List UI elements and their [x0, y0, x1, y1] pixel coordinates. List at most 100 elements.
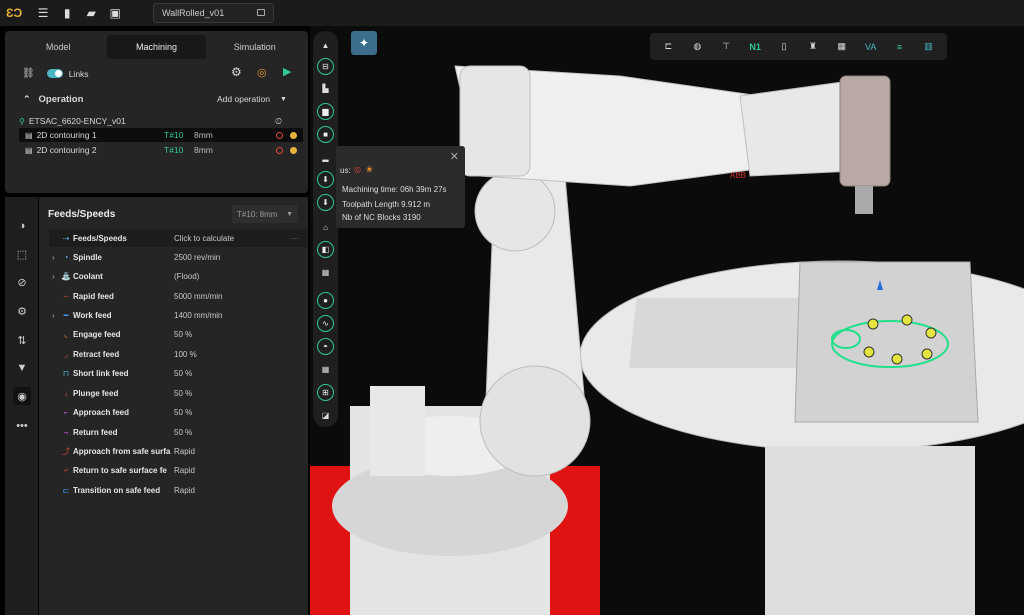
feeds-row[interactable]: ↓ Plunge feed 50 % [49, 384, 307, 402]
feeds-row[interactable]: ⊓ Short link feed 50 % [49, 364, 307, 382]
inspect-icon[interactable]: ◍ [689, 39, 705, 55]
feeds-row[interactable]: ⤶ Return to safe surface fe Rapid [49, 461, 307, 479]
feeds-speeds-icon[interactable]: ◉ [13, 387, 31, 405]
pocket-op-icon[interactable]: ▆ [317, 103, 334, 120]
robot-shoulder [479, 365, 591, 477]
feeds-value[interactable]: 50 % [174, 408, 192, 417]
target-icon: ◎ [354, 165, 361, 174]
tool-diameter: 8mm [194, 145, 213, 155]
feeds-label: Plunge feed [73, 388, 119, 398]
feeds-row[interactable]: ◟ Engage feed 50 % [49, 325, 307, 343]
feeds-row[interactable]: ⌐ Approach feed 50 % [49, 403, 307, 421]
feeds-label: Engage feed [73, 329, 121, 339]
chevron-up-icon[interactable]: ⌃ [23, 94, 31, 105]
feeds-value[interactable]: (Flood) [174, 272, 199, 281]
links-toggle[interactable] [46, 69, 63, 78]
feeds-value[interactable]: 50 % [174, 389, 192, 398]
more-icon[interactable]: ••• [13, 417, 31, 435]
tab-machining[interactable]: Machining [107, 35, 206, 59]
tab-model[interactable]: Model [9, 35, 107, 59]
document-icon[interactable]: ▯ [776, 39, 792, 55]
feeds-value[interactable]: 100 % [174, 350, 197, 359]
point-op-icon[interactable]: ● [317, 292, 334, 309]
auto-wand-button[interactable]: ✦ [351, 31, 377, 55]
feeds-row[interactable]: › ⛲ Coolant (Flood) [49, 267, 307, 285]
add-operation-button[interactable]: Add operation ▼ [217, 94, 287, 104]
drill-icon[interactable]: ▼ [13, 359, 31, 377]
feeds-row[interactable]: ⇢ Feeds/Speeds Click to calculate ··· [49, 229, 307, 247]
feeds-value[interactable]: 50 % [174, 330, 192, 339]
operation-group[interactable]: ⚲ ETSAC_6620-ENCY_v01 ⏲ [19, 114, 303, 128]
chevron-right-icon[interactable]: › [52, 253, 55, 262]
part-icon[interactable]: ◑ [13, 217, 31, 235]
gear-icon[interactable]: ⚙ [13, 302, 31, 320]
thread-op-icon[interactable]: ◧ [317, 241, 334, 258]
feeds-value[interactable]: 2500 rev/min [174, 253, 220, 262]
feeds-row[interactable]: › ━ Work feed 1400 mm/min [49, 306, 307, 324]
feeds-value[interactable]: 1400 mm/min [174, 311, 222, 320]
pattern-op-icon[interactable]: ▦ [317, 264, 334, 281]
tab-simulation[interactable]: Simulation [206, 35, 304, 59]
minimize-icon[interactable] [257, 9, 265, 16]
wall-op-icon[interactable]: ⌂ [317, 219, 334, 236]
feeds-row[interactable]: ⊏ Transition on safe feed Rapid [49, 481, 307, 499]
drill-op-icon[interactable]: ⊟ [317, 58, 334, 75]
links-label: Links [68, 68, 89, 79]
slot-op-icon[interactable]: ▂ [317, 149, 334, 166]
operation-item[interactable]: ▤ 2D contouring 1 T#10 8mm [19, 128, 303, 142]
chevron-right-icon[interactable]: › [52, 311, 55, 320]
stats-icon[interactable]: ▥ [920, 39, 936, 55]
feeds-row[interactable]: ◞ Retract feed 100 % [49, 345, 307, 363]
settings-gear-icon[interactable]: ⚙ [231, 65, 242, 79]
tool-holder-icon[interactable]: ♜ [805, 39, 821, 55]
chamfer-op-icon[interactable]: ⬇ [317, 171, 334, 188]
calculate-icon[interactable]: ◎ [257, 66, 267, 79]
feeds-value[interactable]: Click to calculate [174, 234, 234, 243]
clamp-icon[interactable]: ⊤ [718, 39, 734, 55]
n1-icon[interactable]: N1 [747, 39, 763, 55]
feeds-value[interactable]: Rapid [174, 447, 195, 456]
new-file-icon[interactable]: ▮ [58, 4, 76, 22]
document-tab[interactable]: WallRolled_v01 [153, 3, 274, 23]
layers-icon[interactable]: ≡ [892, 39, 908, 55]
feeds-value[interactable]: 50 % [174, 428, 192, 437]
levels-icon[interactable]: ⇅ [13, 331, 31, 349]
feeds-row[interactable]: ⤴ Approach from safe surfa Rapid [49, 442, 307, 460]
tool-selector[interactable]: T#10: 8mm ▼ [232, 205, 298, 223]
open-folder-icon[interactable]: ▰ [82, 4, 100, 22]
magnet-icon[interactable]: ⊏ [660, 39, 676, 55]
grid-op-icon[interactable]: ⊞ [317, 384, 334, 401]
chevron-right-icon[interactable]: › [52, 272, 55, 281]
chevron-down-icon: ▼ [286, 210, 293, 218]
operation-header[interactable]: ⌃ Operation [23, 94, 83, 105]
feeds-value[interactable]: 5000 mm/min [174, 292, 222, 301]
run-simulation-icon[interactable]: ▶ [283, 65, 291, 78]
surface-op-icon[interactable]: ◓ [317, 338, 334, 355]
va-icon[interactable]: VA [863, 39, 879, 55]
feeds-value[interactable]: 50 % [174, 369, 192, 378]
3d-viewport[interactable]: ABB [310, 26, 1024, 615]
feeds-row[interactable]: › ◔ Spindle 2500 rev/min [49, 248, 307, 266]
close-icon[interactable]: ✕ [450, 150, 459, 163]
feeds-row[interactable]: ╌ Rapid feed 5000 mm/min [49, 287, 307, 305]
spindle-tool [855, 186, 873, 214]
feeds-row[interactable]: ¬ Return feed 50 % [49, 423, 307, 441]
curve-op-icon[interactable]: ∿ [317, 315, 334, 332]
feeds-value[interactable]: Rapid [174, 486, 195, 495]
contour-op-icon[interactable]: ■ [317, 126, 334, 143]
finish-op-icon[interactable]: ◪ [317, 407, 334, 424]
stock-icon[interactable]: ⬚ [13, 245, 31, 263]
links-icon: ⛓ [22, 68, 35, 79]
map-op-icon[interactable]: ▦ [317, 361, 334, 378]
save-icon[interactable]: ▣ [106, 4, 124, 22]
operation-item[interactable]: ▤ 2D contouring 2 T#10 8mm [19, 143, 303, 157]
more-icon[interactable]: ··· [291, 234, 299, 243]
feeds-value[interactable]: Rapid [174, 466, 195, 475]
feeds-speeds-panel: Feeds/Speeds T#10: 8mm ▼ ⇢ Feeds/Speeds … [39, 197, 308, 615]
face-op-icon[interactable]: ▙ [317, 80, 334, 97]
tool-icon[interactable]: ⊘ [13, 273, 31, 291]
calculator-icon[interactable]: ▦ [834, 39, 850, 55]
menu-icon[interactable]: ☰ [34, 4, 52, 22]
engrave-op-icon[interactable]: ⬇ [317, 194, 334, 211]
chevron-up-icon[interactable]: ▲ [317, 37, 334, 54]
